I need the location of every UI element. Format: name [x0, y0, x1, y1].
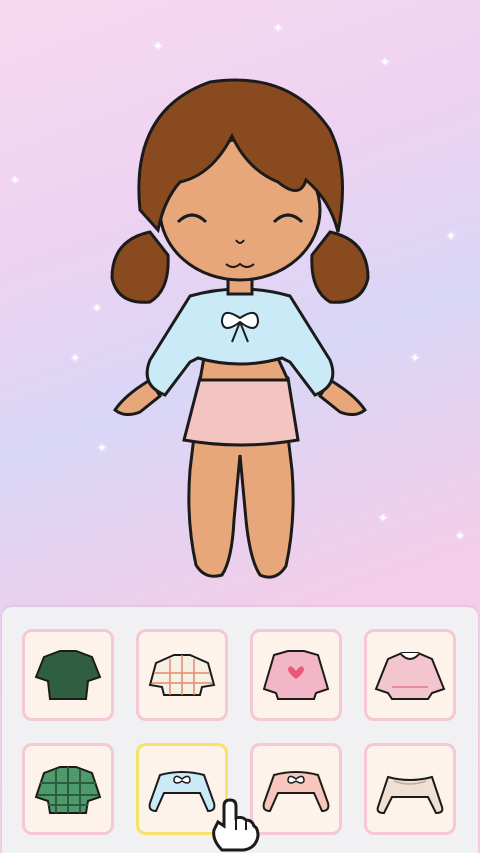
character-stage [0, 0, 480, 605]
outfit-card-plaid-crop-top[interactable] [136, 629, 228, 721]
pink-collar-sweater-icon [374, 652, 446, 700]
outfit-card-peach-bow-crop-top[interactable] [250, 743, 342, 835]
outfit-card-pink-heart-sweater[interactable] [250, 629, 342, 721]
outfit-card-pink-collar-sweater[interactable] [364, 629, 456, 721]
pink-heart-sweater-icon [262, 650, 330, 700]
outfit-card-green-plaid-sweater[interactable] [22, 743, 114, 835]
green-plaid-sweater-icon [34, 766, 102, 814]
plaid-crop-top-icon [148, 654, 216, 696]
green-sweater-icon [34, 650, 102, 700]
beige-off-shoulder-top-icon [376, 775, 444, 815]
outfit-card-green-sweater[interactable] [22, 629, 114, 721]
outfit-card-beige-off-shoulder-top[interactable] [364, 743, 456, 835]
peach-bow-crop-top-icon [262, 771, 330, 813]
character-figure [110, 78, 370, 579]
hand-pointer-icon [212, 798, 260, 852]
